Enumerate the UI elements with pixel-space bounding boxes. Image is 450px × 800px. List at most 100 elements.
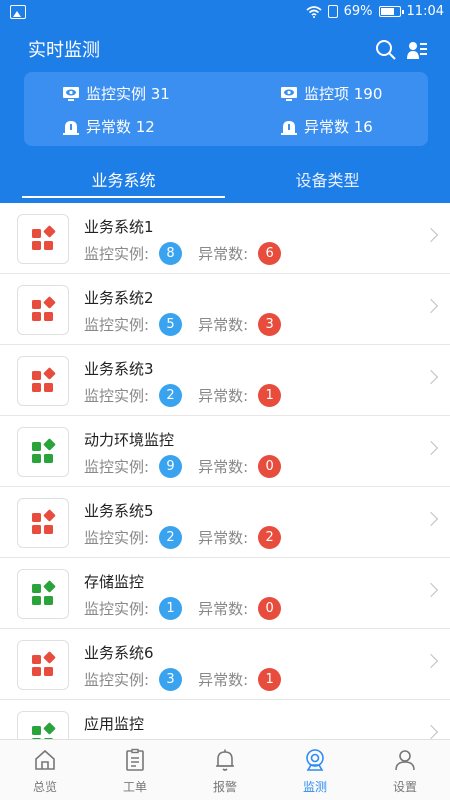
system-meta: 监控实例: 9 异常数: 0: [84, 455, 282, 478]
instance-count-badge: 9: [159, 455, 183, 478]
system-name: 业务系统5: [84, 502, 154, 520]
home-icon: [35, 749, 55, 770]
user-card-icon[interactable]: [405, 38, 429, 62]
nav-label: 设置: [392, 780, 417, 794]
instance-label: 监控实例:: [84, 245, 150, 263]
stat-items: 监控项 190: [280, 83, 382, 104]
nav-settings[interactable]: 设置: [360, 740, 450, 800]
list-item[interactable]: 动力环境监控 监控实例: 9 异常数: 0: [0, 416, 450, 487]
abnormal-count-badge: 0: [258, 597, 282, 620]
list-item[interactable]: 业务系统1 监控实例: 8 异常数: 6: [0, 203, 450, 274]
system-name: 动力环境监控: [84, 431, 175, 449]
chevron-right-icon: [423, 298, 439, 314]
status-bar: 69% 11:04: [0, 0, 450, 26]
system-name: 应用监控: [84, 715, 145, 733]
monitor-eye-icon: [63, 86, 79, 101]
system-thumbnail: [17, 640, 69, 690]
system-meta: 监控实例: 1 异常数: 0: [84, 597, 282, 620]
system-meta: 监控实例: 5 异常数: 3: [84, 313, 282, 336]
system-thumbnail: [17, 711, 69, 739]
abnormal-count-badge: 0: [258, 455, 282, 478]
system-meta: 监控实例: 3 异常数: 1: [84, 668, 282, 691]
battery-percent: 69%: [343, 4, 373, 19]
instance-count-badge: 1: [159, 597, 183, 620]
chevron-right-icon: [423, 582, 439, 598]
list-item[interactable]: 业务系统6 监控实例: 3 异常数: 1: [0, 629, 450, 700]
person-icon: [395, 750, 415, 771]
instance-label: 监控实例:: [84, 387, 150, 405]
abnormal-count-badge: 3: [258, 313, 282, 336]
system-meta: 监控实例: 2 异常数: 2: [84, 526, 282, 549]
battery-icon: [378, 6, 404, 17]
instance-label: 监控实例:: [84, 600, 150, 618]
app-grid-icon: [32, 651, 56, 676]
nav-label: 工单: [122, 780, 147, 794]
nav-overview[interactable]: 总览: [0, 740, 90, 800]
system-thumbnail: [17, 285, 69, 335]
instance-count-badge: 8: [159, 242, 183, 265]
system-thumbnail: [17, 427, 69, 477]
abnormal-count-badge: 6: [258, 242, 282, 265]
instance-label: 监控实例:: [84, 671, 150, 689]
abnormal-label: 异常数:: [198, 671, 249, 689]
nav-label: 监测: [302, 780, 327, 794]
nav-monitor[interactable]: 监测: [270, 740, 360, 800]
chevron-right-icon: [423, 440, 439, 456]
tab-business-system[interactable]: 业务系统: [22, 168, 225, 198]
system-name: 业务系统2: [84, 289, 154, 307]
instance-count-badge: 5: [159, 313, 183, 336]
app-grid-icon: [32, 296, 56, 321]
abnormal-label: 异常数:: [198, 245, 249, 263]
system-list: 业务系统1 监控实例: 8 异常数: 6 业务系统2 监控实例: 5 异常数: 3 业务系统3 监控实…: [0, 203, 450, 739]
list-item[interactable]: 应用监控: [0, 700, 450, 739]
system-thumbnail: [17, 569, 69, 619]
instance-count-badge: 3: [159, 668, 183, 691]
chevron-right-icon: [423, 227, 439, 243]
instance-label: 监控实例:: [84, 316, 150, 334]
nav-label: 总览: [32, 780, 57, 794]
abnormal-label: 异常数:: [198, 316, 249, 334]
stats-panel: 监控实例 31 监控项 190 异常数 12 异常数 16: [24, 72, 428, 146]
sim-icon: [327, 5, 338, 18]
alarm-icon: [281, 120, 297, 135]
abnormal-label: 异常数:: [198, 600, 249, 618]
system-thumbnail: [17, 214, 69, 264]
list-item[interactable]: 业务系统3 监控实例: 2 异常数: 1: [0, 345, 450, 416]
tab-bar: 业务系统 设备类型: [0, 166, 450, 203]
abnormal-count-badge: 1: [258, 668, 282, 691]
abnormal-label: 异常数:: [198, 387, 249, 405]
app-grid-icon: [32, 225, 56, 250]
app-grid-icon: [32, 438, 56, 463]
app-grid-icon: [32, 722, 56, 739]
stat-abnormal-right: 异常数 16: [280, 116, 373, 137]
app-grid-icon: [32, 367, 56, 392]
system-name: 业务系统1: [84, 218, 154, 236]
bell-icon: [216, 749, 234, 771]
clock: 11:04: [406, 4, 444, 19]
nav-alarm[interactable]: 报警: [180, 740, 270, 800]
search-icon[interactable]: [374, 38, 398, 62]
nav-label: 报警: [212, 780, 237, 794]
system-meta: 监控实例: 2 异常数: 1: [84, 384, 282, 407]
list-item[interactable]: 业务系统5 监控实例: 2 异常数: 2: [0, 487, 450, 558]
abnormal-count-badge: 1: [258, 384, 282, 407]
abnormal-label: 异常数:: [198, 529, 249, 547]
instance-label: 监控实例:: [84, 529, 150, 547]
stat-abnormal-left: 异常数 12: [62, 116, 155, 137]
monitor-eye-icon: [281, 86, 297, 101]
nav-work-order[interactable]: 工单: [90, 740, 180, 800]
tab-device-type[interactable]: 设备类型: [226, 168, 429, 198]
system-thumbnail: [17, 498, 69, 548]
list-item[interactable]: 业务系统2 监控实例: 5 异常数: 3: [0, 274, 450, 345]
wifi-icon: [306, 5, 322, 18]
chevron-right-icon: [423, 724, 439, 739]
list-item[interactable]: 存储监控 监控实例: 1 异常数: 0: [0, 558, 450, 629]
clipboard-icon: [126, 748, 144, 771]
chevron-right-icon: [423, 653, 439, 669]
gallery-icon: [10, 5, 26, 19]
abnormal-label: 异常数:: [198, 458, 249, 476]
chevron-right-icon: [423, 369, 439, 385]
instance-count-badge: 2: [159, 384, 183, 407]
alarm-icon: [63, 120, 79, 135]
page-title: 实时监测: [28, 40, 100, 61]
